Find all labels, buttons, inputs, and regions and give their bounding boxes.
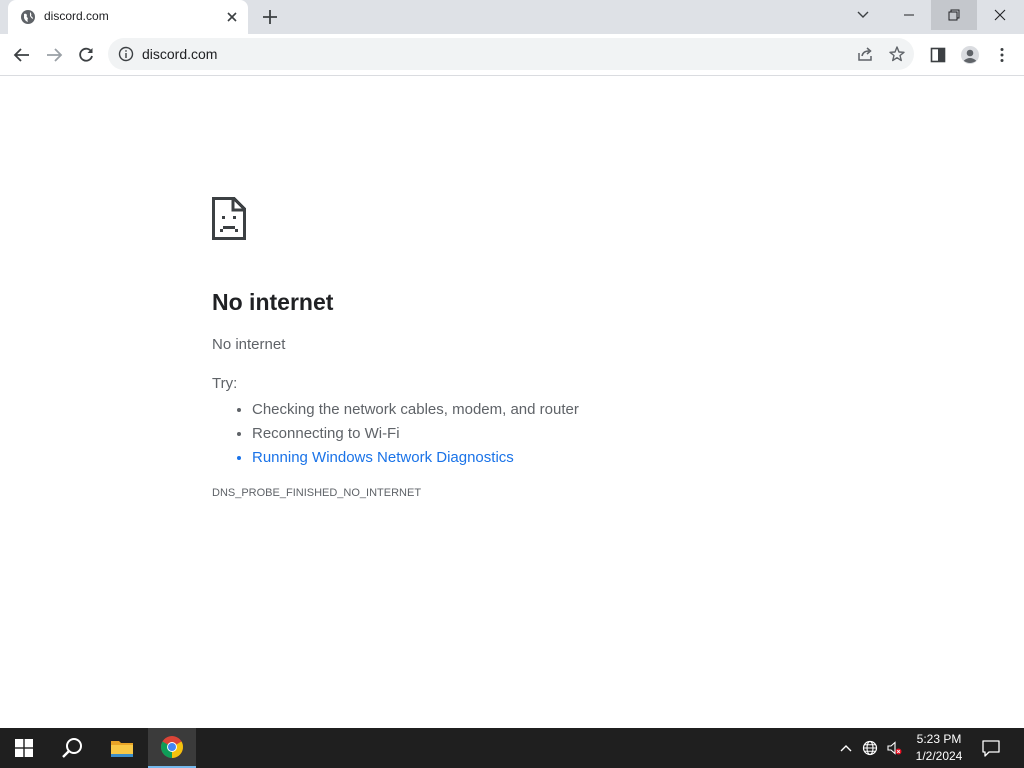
clock-date: 1/2/2024 bbox=[915, 749, 963, 763]
chevron-up-icon[interactable] bbox=[838, 740, 854, 756]
start-button[interactable] bbox=[0, 728, 48, 768]
chrome-taskbar-button[interactable] bbox=[148, 728, 196, 768]
taskbar: 5:23 PM 1/2/2024 bbox=[0, 728, 1024, 768]
suggestion-item: Checking the network cables, modem, and … bbox=[252, 398, 579, 422]
site-info-icon[interactable] bbox=[118, 46, 134, 62]
file-explorer-icon bbox=[111, 741, 133, 757]
forward-button[interactable] bbox=[42, 43, 66, 67]
globe-icon bbox=[21, 10, 35, 24]
side-panel-icon bbox=[930, 47, 946, 63]
url-text[interactable]: discord.com bbox=[142, 46, 217, 62]
tab-search-button[interactable] bbox=[840, 0, 886, 30]
tab-strip: discord.com bbox=[0, 0, 1024, 34]
notification-center-icon[interactable] bbox=[980, 737, 1002, 759]
error-code: DNS_PROBE_FINISHED_NO_INTERNET bbox=[212, 487, 422, 499]
network-globe-icon[interactable] bbox=[862, 740, 878, 756]
kebab-menu-icon bbox=[1000, 48, 1004, 62]
browser-tab[interactable]: discord.com bbox=[8, 0, 248, 34]
address-bar[interactable]: discord.com bbox=[108, 38, 914, 70]
file-explorer-button[interactable] bbox=[98, 728, 146, 768]
chevron-down-icon bbox=[857, 11, 869, 18]
restore-button[interactable] bbox=[931, 0, 977, 30]
tab-title: discord.com bbox=[44, 9, 109, 23]
network-diagnostics-link[interactable]: Running Windows Network Diagnostics bbox=[252, 449, 514, 466]
suggestions-list: Checking the network cables, modem, and … bbox=[212, 398, 579, 470]
tab-close-icon[interactable] bbox=[224, 9, 240, 25]
try-label: Try: bbox=[212, 375, 238, 392]
error-subtitle: No internet bbox=[212, 336, 286, 353]
taskbar-clock[interactable]: 5:23 PM 1/2/2024 bbox=[908, 731, 970, 765]
search-icon bbox=[62, 738, 82, 758]
new-tab-icon[interactable] bbox=[260, 7, 280, 27]
bookmark-star-icon[interactable] bbox=[888, 45, 906, 63]
chrome-icon bbox=[161, 736, 183, 758]
back-button[interactable] bbox=[10, 43, 34, 67]
close-icon bbox=[994, 9, 1006, 21]
suggestion-item: Reconnecting to Wi-Fi bbox=[252, 422, 579, 446]
volume-muted-icon[interactable] bbox=[886, 740, 902, 756]
reload-icon bbox=[79, 47, 93, 62]
side-panel-button[interactable] bbox=[926, 43, 950, 67]
close-window-button[interactable] bbox=[977, 0, 1023, 30]
share-icon[interactable] bbox=[856, 45, 874, 63]
browser-toolbar: discord.com bbox=[0, 34, 1024, 76]
profile-button[interactable] bbox=[958, 43, 982, 67]
reload-button[interactable] bbox=[74, 43, 98, 67]
minimize-button[interactable] bbox=[886, 0, 932, 30]
restore-icon bbox=[948, 9, 960, 21]
profile-avatar-icon bbox=[961, 46, 979, 64]
search-button[interactable] bbox=[48, 728, 96, 768]
clock-time: 5:23 PM bbox=[916, 732, 962, 746]
minimize-icon bbox=[904, 14, 914, 16]
sad-document-icon bbox=[212, 197, 246, 240]
menu-button[interactable] bbox=[990, 43, 1014, 67]
page-content: No internet No internet Try: Checking th… bbox=[0, 76, 1024, 728]
forward-arrow-icon bbox=[47, 48, 63, 62]
suggestion-item-link: Running Windows Network Diagnostics bbox=[252, 446, 579, 470]
windows-start-icon bbox=[15, 739, 33, 757]
error-title: No internet bbox=[212, 289, 334, 315]
back-arrow-icon bbox=[13, 48, 29, 62]
